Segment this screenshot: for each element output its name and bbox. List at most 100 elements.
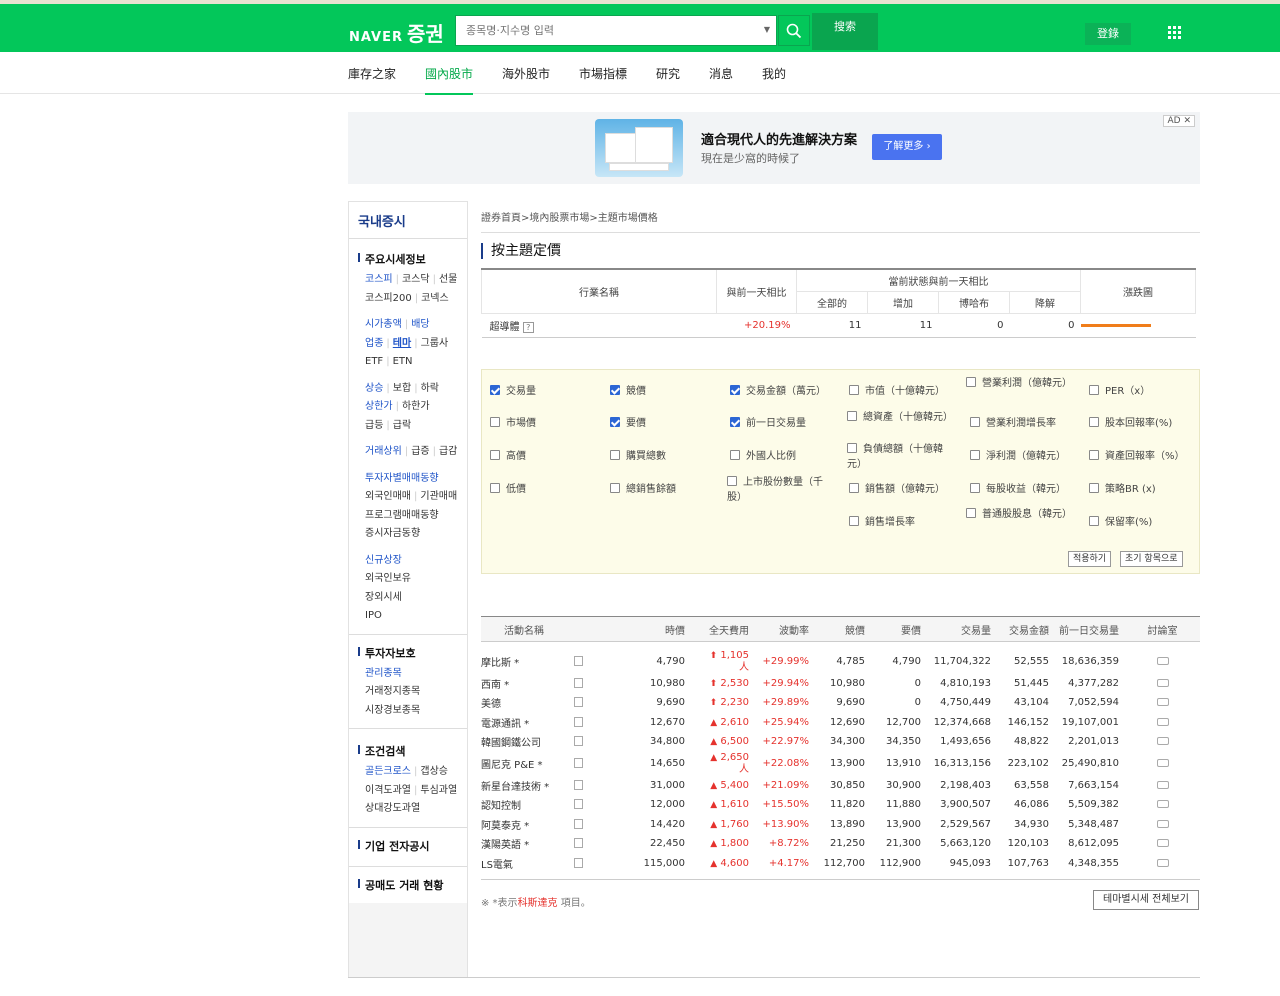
- sidebar-link[interactable]: 업종: [365, 338, 383, 349]
- sidebar-link[interactable]: 배당: [411, 319, 429, 330]
- sidebar-link[interactable]: 갭상승: [420, 766, 448, 777]
- option-checkbox[interactable]: 營業利潤增長率: [970, 416, 1056, 431]
- checkbox-unchecked[interactable]: [970, 482, 980, 493]
- option-checkbox[interactable]: 策略BR (x): [1089, 482, 1156, 497]
- sidebar-link[interactable]: IPO: [365, 610, 382, 621]
- reset-button[interactable]: 초기 항목으로: [1120, 550, 1183, 567]
- discussion-icon[interactable]: [1125, 650, 1200, 674]
- sidebar-link[interactable]: 외국인매매: [365, 491, 411, 502]
- discussion-icon[interactable]: [1125, 752, 1200, 776]
- sidebar-link[interactable]: 기관매매: [420, 491, 457, 502]
- option-checkbox[interactable]: 總銷售餘額: [610, 482, 676, 497]
- theme-name-cell[interactable]: 超導體 ?: [481, 313, 717, 338]
- checkbox-unchecked[interactable]: [849, 482, 859, 493]
- ad-close[interactable]: AD ✕: [1163, 115, 1195, 127]
- nav-market-indicators[interactable]: 市場指標: [579, 65, 627, 82]
- option-checkbox[interactable]: 交易金額（萬元）: [730, 384, 826, 399]
- sidebar-link[interactable]: 하락: [421, 383, 439, 394]
- option-checkbox[interactable]: 交易量: [490, 384, 536, 399]
- sidebar-link[interactable]: 코스닥: [402, 274, 430, 285]
- stock-name[interactable]: 韓國鋼鐵公司: [481, 732, 573, 752]
- checkbox-unchecked[interactable]: [970, 416, 980, 427]
- sidebar-link[interactable]: 급락: [393, 420, 411, 431]
- sidebar-link[interactable]: 거래정지종목: [365, 686, 420, 697]
- discussion-icon[interactable]: [1125, 815, 1200, 835]
- checkbox-unchecked[interactable]: [727, 475, 737, 486]
- option-checkbox[interactable]: 市場價: [490, 416, 536, 431]
- sidebar-link[interactable]: 장외시세: [365, 592, 402, 603]
- checkbox-checked[interactable]: [730, 416, 740, 427]
- table-row[interactable]: 阿莫泰克 * 14,420 ▲ 1,760 +13.90% 13,890 13,900 2,…: [481, 815, 1200, 835]
- doc-icon[interactable]: [573, 776, 589, 796]
- sidebar-link[interactable]: 급증: [411, 446, 429, 457]
- discussion-icon[interactable]: [1125, 693, 1200, 713]
- stock-name[interactable]: 美德: [481, 693, 573, 713]
- doc-icon[interactable]: [573, 650, 589, 674]
- sidebar-link[interactable]: ETN: [393, 356, 413, 367]
- sidebar-link[interactable]: 코스피200: [365, 293, 412, 304]
- checkbox-unchecked[interactable]: [610, 449, 620, 460]
- option-checkbox[interactable]: 高價: [490, 449, 526, 464]
- table-row[interactable]: 電源通訊 * 12,670 ▲ 2,610 +25.94% 12,690 12,700 12…: [481, 713, 1200, 733]
- checkbox-unchecked[interactable]: [847, 442, 857, 453]
- sidebar-link[interactable]: 상대강도과열: [365, 803, 420, 814]
- table-row[interactable]: 新星台達技術 * 31,000 ▲ 5,400 +21.09% 30,850 30,900…: [481, 776, 1200, 796]
- stock-name[interactable]: 漢陽英語 *: [481, 834, 573, 854]
- search-input[interactable]: [456, 16, 756, 44]
- option-checkbox[interactable]: 前一日交易量: [730, 416, 806, 431]
- option-checkbox[interactable]: 每股收益（韓元）: [970, 482, 1066, 497]
- option-checkbox[interactable]: 市值（十億韓元）: [849, 384, 959, 399]
- sidebar-link[interactable]: 그룹사: [421, 338, 449, 349]
- stock-name[interactable]: 阿莫泰克 *: [481, 815, 573, 835]
- sidebar-link[interactable]: 외국인보유: [365, 573, 411, 584]
- doc-icon[interactable]: [573, 713, 589, 733]
- sidebar-link-theme-active[interactable]: 테마: [393, 338, 411, 349]
- sidebar-link[interactable]: 상승: [365, 383, 383, 394]
- table-row[interactable]: 美德 9,690 ⬆ 2,230 +29.89% 9,690 0 4,750,449 43,1…: [481, 693, 1200, 713]
- option-checkbox[interactable]: 保留率(%): [1089, 515, 1152, 530]
- option-checkbox[interactable]: PER（x）: [1089, 384, 1150, 399]
- nav-domestic[interactable]: 國內股市: [425, 65, 474, 95]
- ad-banner[interactable]: 適合現代人的先進解決方案 現在是少窩的時候了 了解更多 › AD ✕: [348, 112, 1200, 184]
- option-checkbox[interactable]: 普通股股息（韓元）: [966, 507, 1076, 522]
- sidebar-link[interactable]: 하한가: [402, 401, 430, 412]
- sidebar-link[interactable]: 보합: [393, 383, 411, 394]
- sidebar-section-title[interactable]: 공매도 거래 현황: [358, 877, 467, 893]
- apply-button[interactable]: 적용하기: [1068, 550, 1112, 567]
- nav-my[interactable]: 我的: [762, 65, 786, 82]
- checkbox-unchecked[interactable]: [1089, 449, 1099, 460]
- nav-overseas[interactable]: 海外股市: [502, 65, 550, 82]
- doc-icon[interactable]: [573, 693, 589, 713]
- sidebar-link[interactable]: 상한가: [365, 401, 393, 412]
- table-row[interactable]: 韓國鋼鐵公司 34,800 ▲ 6,500 +22.97% 34,300 34,350 1,…: [481, 732, 1200, 752]
- checkbox-unchecked[interactable]: [849, 515, 859, 526]
- discussion-icon[interactable]: [1125, 732, 1200, 752]
- doc-icon[interactable]: [573, 732, 589, 752]
- option-checkbox[interactable]: 上市股份數量（千股）: [727, 475, 837, 505]
- doc-icon[interactable]: [573, 834, 589, 854]
- apps-grid-icon[interactable]: [1168, 26, 1182, 40]
- doc-icon[interactable]: [573, 795, 589, 815]
- stock-name[interactable]: 新星台達技術 *: [481, 776, 573, 796]
- checkbox-unchecked[interactable]: [490, 416, 500, 427]
- checkbox-unchecked[interactable]: [1089, 384, 1099, 395]
- discussion-icon[interactable]: [1125, 674, 1200, 694]
- sidebar-link[interactable]: 프로그램매매동향: [365, 510, 439, 521]
- checkbox-unchecked[interactable]: [966, 507, 976, 518]
- sidebar-link[interactable]: 급감: [439, 446, 457, 457]
- option-checkbox[interactable]: 銷售增長率: [849, 515, 915, 530]
- sidebar-link[interactable]: ETF: [365, 356, 383, 367]
- option-checkbox[interactable]: 低價: [490, 482, 526, 497]
- doc-icon[interactable]: [573, 854, 589, 874]
- stock-name[interactable]: 西南 *: [481, 674, 573, 694]
- checkbox-checked[interactable]: [490, 384, 500, 395]
- checkbox-unchecked[interactable]: [1089, 482, 1099, 493]
- checkbox-unchecked[interactable]: [1089, 416, 1099, 427]
- sidebar-link[interactable]: 선물: [439, 274, 457, 285]
- option-checkbox[interactable]: 要價: [610, 416, 646, 431]
- nav-home[interactable]: 庫存之家: [348, 65, 396, 82]
- login-button[interactable]: 登錄: [1085, 23, 1131, 45]
- discussion-icon[interactable]: [1125, 834, 1200, 854]
- stock-name[interactable]: LS電氣: [481, 854, 573, 874]
- checkbox-unchecked[interactable]: [610, 482, 620, 493]
